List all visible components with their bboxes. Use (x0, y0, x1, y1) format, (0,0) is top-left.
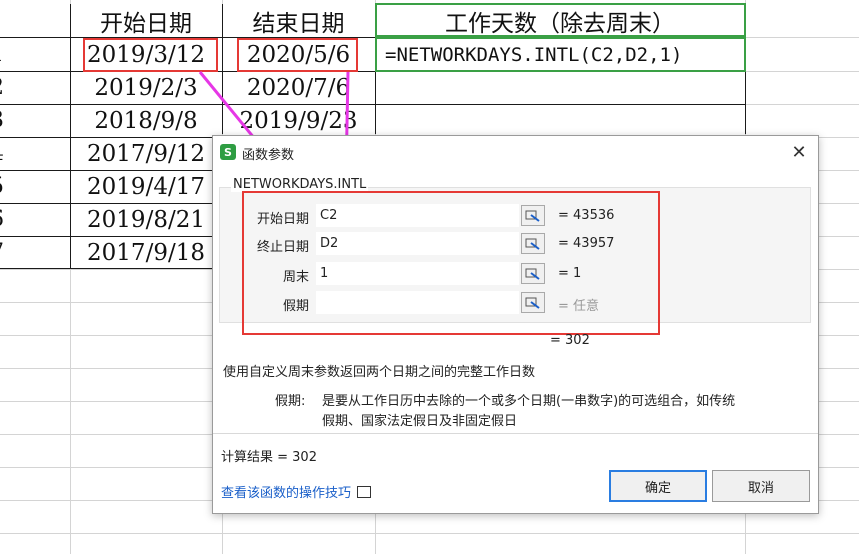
help-link[interactable]: 查看该函数的操作技巧 (221, 482, 372, 501)
dialog-titlebar[interactable]: S 函数参数 ✕ (213, 136, 818, 168)
help-link-label: 查看该函数的操作技巧 (221, 486, 352, 501)
function-name: NETWORKDAYS.INTL (231, 177, 369, 192)
video-icon (357, 486, 372, 498)
divider (213, 433, 818, 434)
param-help-line1: 是要从工作日历中去除的一个或多个日期(一串数字)的可选组合，如传统 (322, 394, 736, 409)
wps-sheet-icon: S (220, 144, 236, 160)
highlight-params (242, 191, 660, 335)
param-help-line2: 假期、国家法定假日及非固定假日 (322, 414, 518, 429)
ok-button[interactable]: 确定 (609, 470, 707, 502)
function-arguments-dialog: S 函数参数 ✕ NETWORKDAYS.INTL 开始日期 C2 = 4353… (212, 135, 819, 514)
param-help-label: 假期: (275, 394, 306, 409)
formula-result: = 302 (550, 333, 590, 348)
function-description: 使用自定义周末参数返回两个日期之间的完整工作日数 (223, 365, 536, 380)
cancel-button[interactable]: 取消 (712, 470, 810, 502)
dialog-title: 函数参数 (242, 148, 295, 163)
calc-result: 计算结果 = 302 (221, 450, 317, 465)
close-icon[interactable]: ✕ (788, 141, 810, 163)
